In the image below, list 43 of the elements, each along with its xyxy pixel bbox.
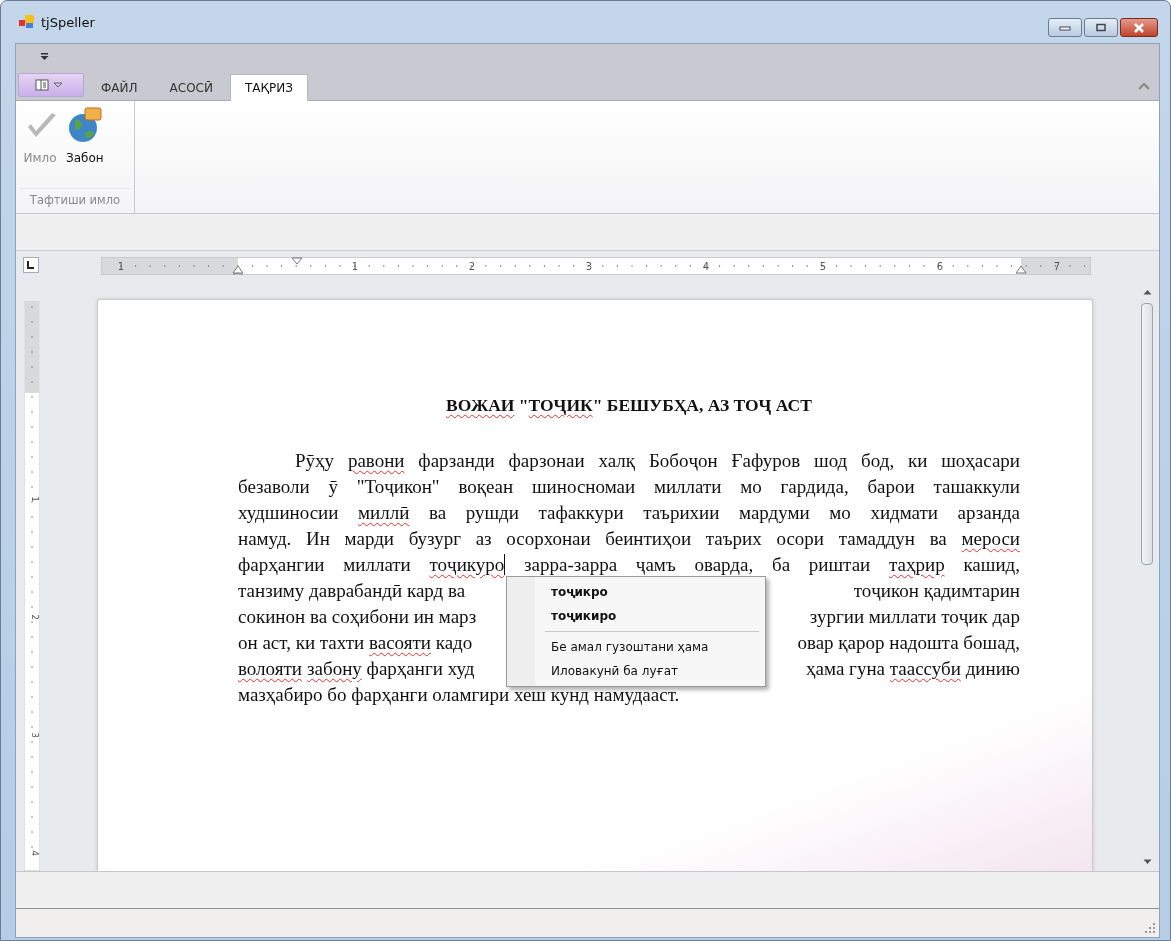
ribbon-tab[interactable]: ТАҚРИЗ bbox=[229, 74, 308, 101]
maximize-icon bbox=[1095, 22, 1107, 33]
text-line: овар қарор надошта бошад, bbox=[797, 631, 1020, 655]
text-line: танзиму даврабандӣ кард ва bbox=[238, 579, 466, 603]
text-line: ҳама гуна таассуби динию bbox=[806, 657, 1020, 681]
minimize-icon bbox=[1059, 24, 1071, 31]
text-line: Рӯҳу равони фарзанди фарзонаи халқ Бобоҷон Ғафуров шод бод, ки шоҳасари bbox=[294, 449, 1020, 473]
maximize-button[interactable] bbox=[1084, 18, 1118, 37]
window-title: tjSpeller bbox=[41, 14, 95, 30]
globe-icon bbox=[66, 107, 103, 143]
close-button[interactable] bbox=[1120, 18, 1158, 37]
application-menu-button[interactable] bbox=[18, 73, 84, 97]
corner-icon bbox=[27, 261, 35, 269]
text-line: фарҳангии миллати тоҷикуро зарра-зарра ҷамъ оварда, ба риштаи таҳрир кашид, bbox=[238, 553, 1020, 577]
text-line: мазҳабиро бо фарҳанги оламгири хеш кунд намудааст. bbox=[238, 684, 680, 705]
text-line: волояти забону фарҳанги худ bbox=[238, 657, 475, 681]
scroll-down-icon[interactable] bbox=[1142, 859, 1152, 865]
app-icon bbox=[19, 15, 35, 29]
menu-item[interactable]: тоҷикиро bbox=[509, 604, 763, 628]
minimize-button[interactable] bbox=[1048, 18, 1082, 37]
resize-grip-icon[interactable] bbox=[1145, 923, 1155, 933]
close-icon bbox=[1132, 22, 1146, 33]
menu-item[interactable]: тоҷикро bbox=[509, 580, 763, 604]
menu-item[interactable]: Иловакунӣ ба луғат bbox=[509, 659, 763, 683]
scroll-up-icon[interactable] bbox=[1142, 289, 1152, 295]
text-line: безаволи ӯ "Тоҷикон" воқеан шиносномаи миллати мо гардида, барои ташаккули bbox=[238, 475, 1020, 499]
text-line: тоҷикон қадимтарин bbox=[853, 579, 1020, 603]
text-line: намуд. Ин марди бузург аз осорхонаи беинтиҳои таърих осори тамаддун ва мероси bbox=[238, 527, 1020, 551]
text-line: сокинон ва соҳибони ин марз bbox=[238, 605, 477, 629]
group-label: Тафтиши имло bbox=[20, 188, 130, 213]
ribbon-tab[interactable]: ФАЙЛ bbox=[86, 74, 153, 101]
text-line: зургии миллати тоҷик дар bbox=[809, 605, 1020, 629]
text-line: он аст, ки тахти васояти кадо bbox=[238, 631, 473, 655]
tab-stop-selector[interactable] bbox=[23, 257, 39, 273]
customize-toolbar-icon[interactable] bbox=[40, 53, 49, 61]
ribbon-button[interactable]: Забон bbox=[64, 105, 106, 188]
text-line: худшиносии миллӣ ва рушди тафаккури таърихии мардуми мо хидмати арзанда bbox=[238, 501, 1020, 525]
scroll-thumb[interactable] bbox=[1141, 303, 1153, 565]
menu-item[interactable]: Бе амал гузоштани ҳама bbox=[509, 635, 763, 659]
vertical-ruler: 1 2 3 4 bbox=[24, 301, 40, 871]
ribbon-tab[interactable]: АСОСӢ bbox=[154, 74, 228, 101]
horizontal-ruler: 1 1 2 3 4 5 6 7 bbox=[101, 257, 1091, 275]
document-title: ВОЖАИ "ТОҶИК" БЕШУБҲА, АЗ ТОҶ АСТ bbox=[445, 395, 813, 416]
